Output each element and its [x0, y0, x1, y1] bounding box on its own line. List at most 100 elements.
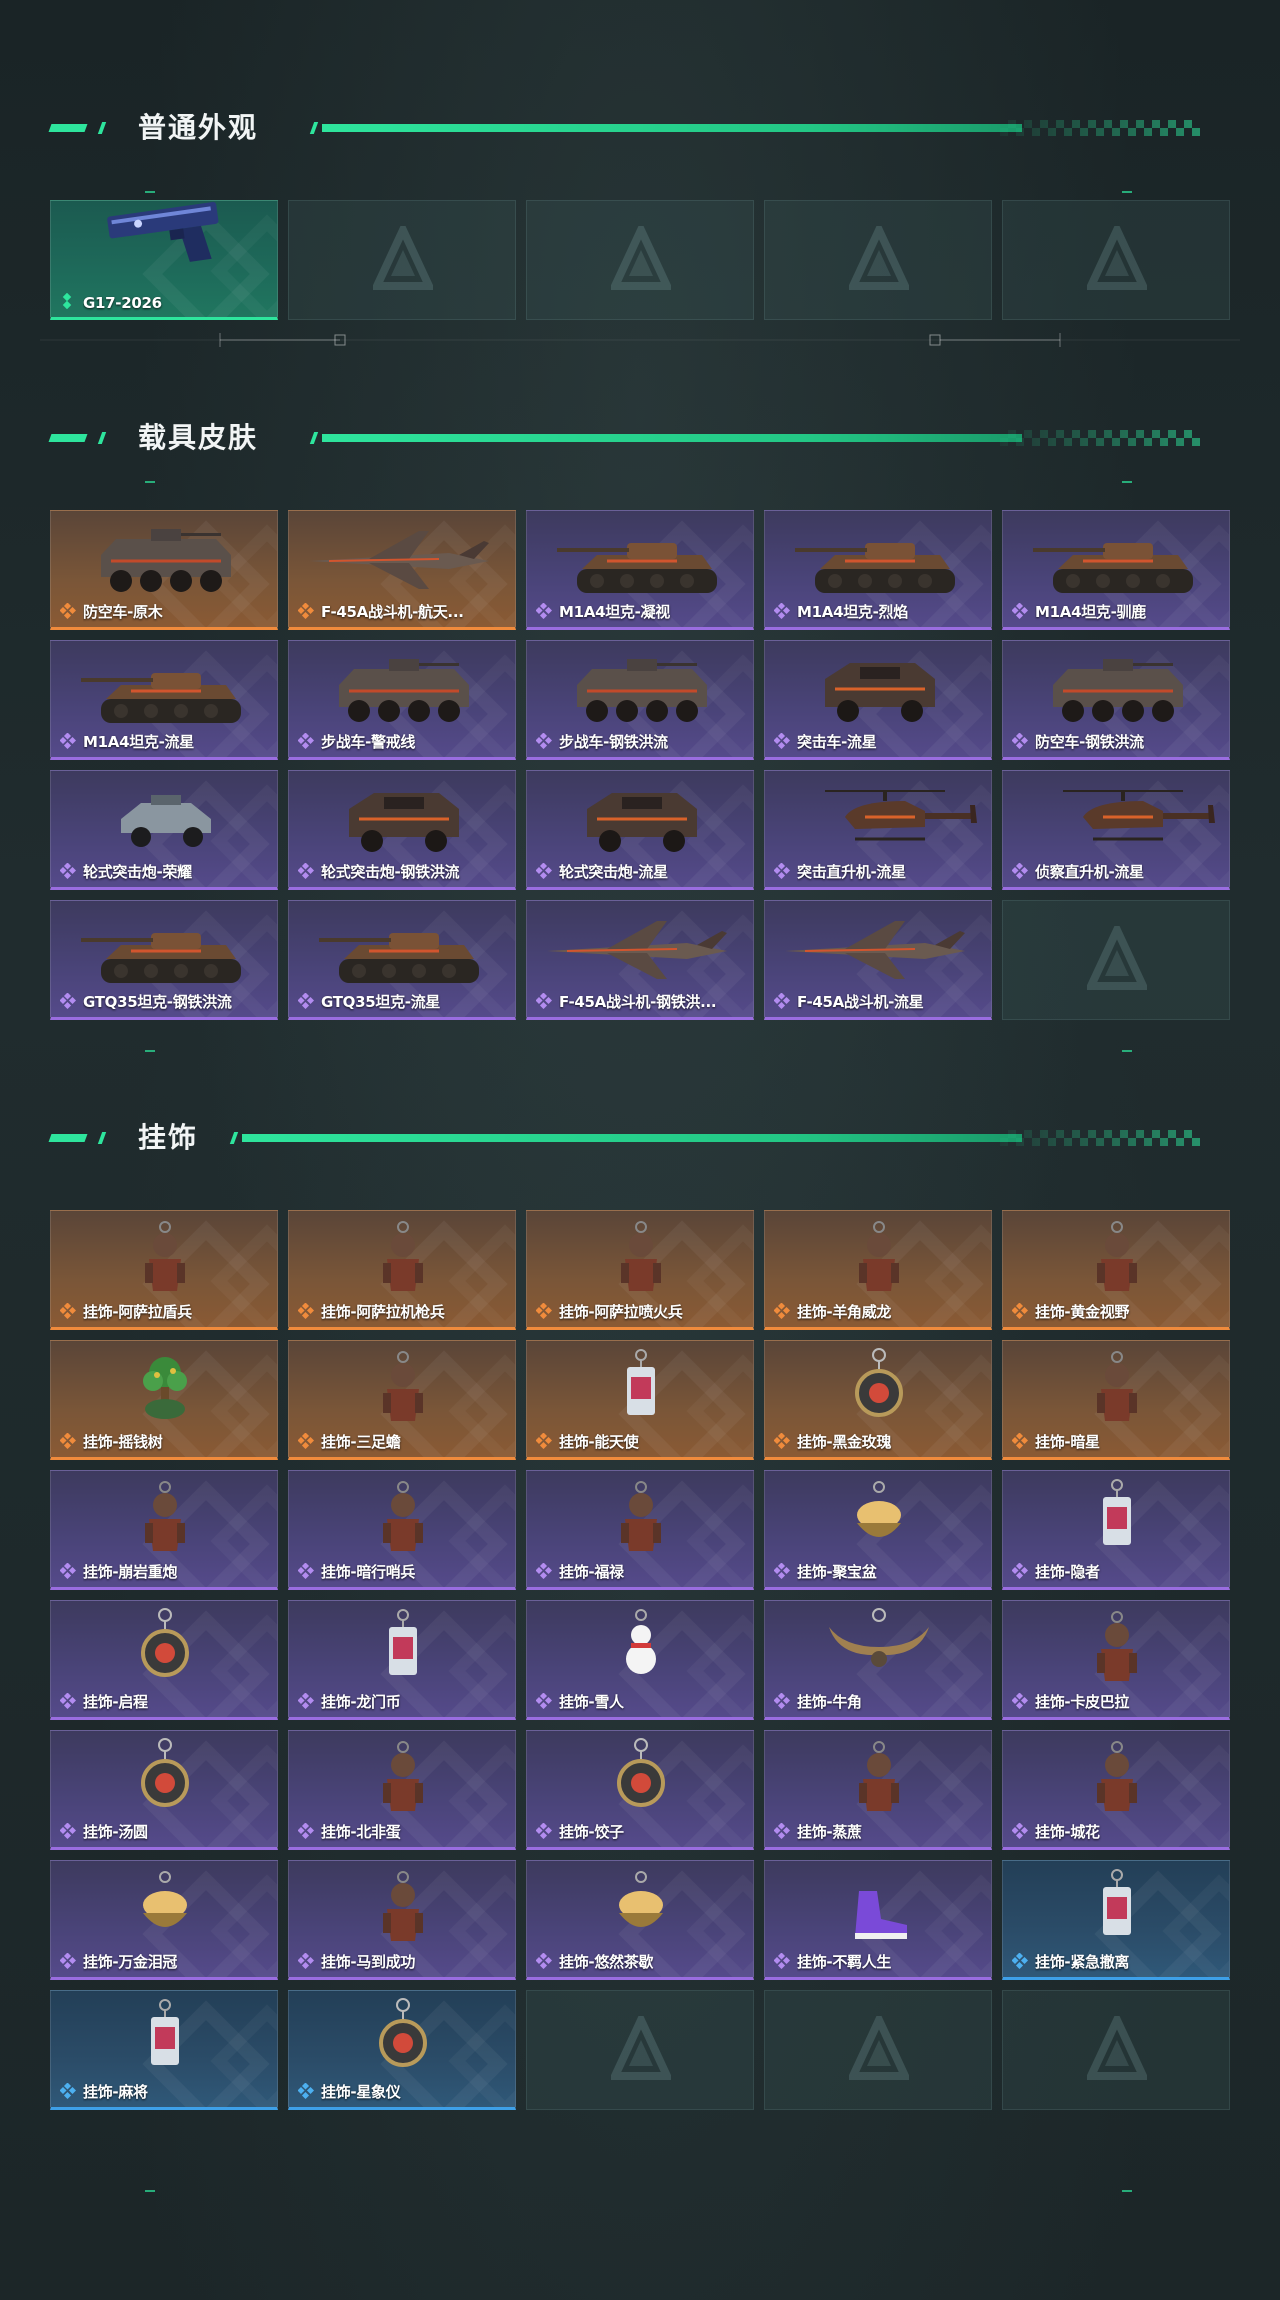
item-label: 挂饰-紧急撤离 [1035, 1953, 1130, 1971]
tag-image [527, 1341, 753, 1433]
item-label: 突击直升机-流星 [797, 863, 906, 881]
vehicle-item-card[interactable]: M1A4坦克-流星 [50, 640, 278, 760]
tank-image [289, 901, 515, 993]
charm-item-card[interactable]: 挂饰-暗星 [1002, 1340, 1230, 1460]
rarity-purple-icon [59, 1822, 77, 1840]
vehicle-item-card[interactable]: F-45A战斗机-钢铁洪... [526, 900, 754, 1020]
section-divider [40, 333, 1240, 347]
placeholder-logo-icon [1087, 226, 1147, 290]
empty-slot [764, 200, 992, 320]
grid-corner-tick [145, 481, 155, 483]
vehicle-item-card[interactable]: 轮式突击炮-荣耀 [50, 770, 278, 890]
charm-item-card[interactable]: 挂饰-雪人 [526, 1600, 754, 1720]
charm-item-card[interactable]: 挂饰-不羁人生 [764, 1860, 992, 1980]
apc-image [289, 641, 515, 733]
charm-item-card[interactable]: 挂饰-饺子 [526, 1730, 754, 1850]
item-label: 挂饰-北非蛋 [321, 1823, 401, 1841]
vehicle-item-card[interactable]: M1A4坦克-凝视 [526, 510, 754, 630]
rarity-purple-icon [773, 1952, 791, 1970]
vehicle-item-card[interactable]: F-45A战斗机-流星 [764, 900, 992, 1020]
apc-image [527, 641, 753, 733]
item-label: 挂饰-不羁人生 [797, 1953, 892, 1971]
rarity-purple-icon [773, 602, 791, 620]
charm-item-card[interactable]: 挂饰-阿萨拉盾兵 [50, 1210, 278, 1330]
vehicle-item-card[interactable]: 突击车-流星 [764, 640, 992, 760]
charm-item-card[interactable]: 挂饰-能天使 [526, 1340, 754, 1460]
vehicle-item-card[interactable]: M1A4坦克-驯鹿 [1002, 510, 1230, 630]
charm-item-card[interactable]: 挂饰-三足蟾 [288, 1340, 516, 1460]
charm-item-card[interactable]: 挂饰-卡皮巴拉 [1002, 1600, 1230, 1720]
vehicle-item-card[interactable]: F-45A战斗机-航天... [288, 510, 516, 630]
vehicle-item-card[interactable]: GTQ35坦克-流星 [288, 900, 516, 1020]
vehicle-item-card[interactable]: 防空车-钢铁洪流 [1002, 640, 1230, 760]
empty-slot [1002, 900, 1230, 1020]
jet-image [289, 511, 515, 603]
charm-item-card[interactable]: 挂饰-星象仪 [288, 1990, 516, 2110]
rarity-purple-icon [535, 992, 553, 1010]
charm-item-card[interactable]: 挂饰-牛角 [764, 1600, 992, 1720]
vehicle-item-card[interactable]: 轮式突击炮-流星 [526, 770, 754, 890]
charm-item-card[interactable]: 挂饰-羊角威龙 [764, 1210, 992, 1330]
charm-item-card[interactable]: 挂饰-阿萨拉喷火兵 [526, 1210, 754, 1330]
charm-item-card[interactable]: 挂饰-紧急撤离 [1002, 1860, 1230, 1980]
item-label: 挂饰-聚宝盆 [797, 1563, 877, 1581]
charm-item-card[interactable]: 挂饰-黄金视野 [1002, 1210, 1230, 1330]
empty-slot [526, 200, 754, 320]
normal-item-card[interactable]: G17-2026 [50, 200, 278, 320]
charm-item-card[interactable]: 挂饰-摇钱树 [50, 1340, 278, 1460]
charm-item-card[interactable]: 挂饰-福禄 [526, 1470, 754, 1590]
heli-image [1003, 771, 1229, 863]
charm-item-card[interactable]: 挂饰-麻将 [50, 1990, 278, 2110]
rarity-purple-icon [773, 732, 791, 750]
header-checker-pattern [1000, 120, 1200, 136]
vehicle-item-card[interactable]: 步战车-钢铁洪流 [526, 640, 754, 760]
placeholder-logo-icon [373, 226, 433, 290]
item-label: 防空车-钢铁洪流 [1035, 733, 1144, 751]
vehicle-item-card[interactable]: M1A4坦克-烈焰 [764, 510, 992, 630]
charm-item-card[interactable]: 挂饰-蒸蔗 [764, 1730, 992, 1850]
charm-item-card[interactable]: 挂饰-暗行哨兵 [288, 1470, 516, 1590]
charm-item-card[interactable]: 挂饰-马到成功 [288, 1860, 516, 1980]
figure-image [1003, 1211, 1229, 1303]
charm-item-card[interactable]: 挂饰-阿萨拉机枪兵 [288, 1210, 516, 1330]
vehicle-item-card[interactable]: 侦察直升机-流星 [1002, 770, 1230, 890]
charm-item-card[interactable]: 挂饰-聚宝盆 [764, 1470, 992, 1590]
item-label: 挂饰-饺子 [559, 1823, 624, 1841]
charm-item-card[interactable]: 挂饰-悠然茶歇 [526, 1860, 754, 1980]
charm-item-card[interactable]: 挂饰-城花 [1002, 1730, 1230, 1850]
rarity-purple-icon [59, 732, 77, 750]
charm-item-card[interactable]: 挂饰-万金泪冠 [50, 1860, 278, 1980]
charm-item-card[interactable]: 挂饰-汤圆 [50, 1730, 278, 1850]
grid-corner-tick [1122, 1050, 1132, 1052]
tank-image [51, 901, 277, 993]
item-label: 挂饰-卡皮巴拉 [1035, 1693, 1130, 1711]
charm-item-card[interactable]: 挂饰-启程 [50, 1600, 278, 1720]
rarity-orange-icon [297, 602, 315, 620]
item-label: F-45A战斗机-流星 [797, 993, 924, 1011]
charm-item-card[interactable]: 挂饰-龙门币 [288, 1600, 516, 1720]
item-label: 挂饰-福禄 [559, 1563, 624, 1581]
rarity-purple-icon [535, 1952, 553, 1970]
item-label: 轮式突击炮-钢铁洪流 [321, 863, 460, 881]
vehicle-item-card[interactable]: 防空车-原木 [50, 510, 278, 630]
charm-item-card[interactable]: 挂饰-崩岩重炮 [50, 1470, 278, 1590]
rarity-purple-icon [297, 992, 315, 1010]
charm-item-card[interactable]: 挂饰-隐者 [1002, 1470, 1230, 1590]
item-label: 挂饰-麻将 [83, 2083, 148, 2101]
rarity-purple-icon [297, 1952, 315, 1970]
figure-image [289, 1471, 515, 1563]
charm-item-card[interactable]: 挂饰-黑金玫瑰 [764, 1340, 992, 1460]
vehicle-item-card[interactable]: 轮式突击炮-钢铁洪流 [288, 770, 516, 890]
placeholder-logo-icon [849, 2016, 909, 2080]
charm-item-card[interactable]: 挂饰-北非蛋 [288, 1730, 516, 1850]
grid-corner-tick [145, 2190, 155, 2192]
item-label: 挂饰-崩岩重炮 [83, 1563, 178, 1581]
rarity-blue-icon [1011, 1952, 1029, 1970]
vehicle-item-card[interactable]: 突击直升机-流星 [764, 770, 992, 890]
grid-corner-tick [145, 1050, 155, 1052]
item-label: 挂饰-星象仪 [321, 2083, 401, 2101]
vehicle-item-card[interactable]: GTQ35坦克-钢铁洪流 [50, 900, 278, 1020]
vehicle-item-card[interactable]: 步战车-警戒线 [288, 640, 516, 760]
item-label: 防空车-原木 [83, 603, 163, 621]
item-label: 挂饰-羊角威龙 [797, 1303, 892, 1321]
